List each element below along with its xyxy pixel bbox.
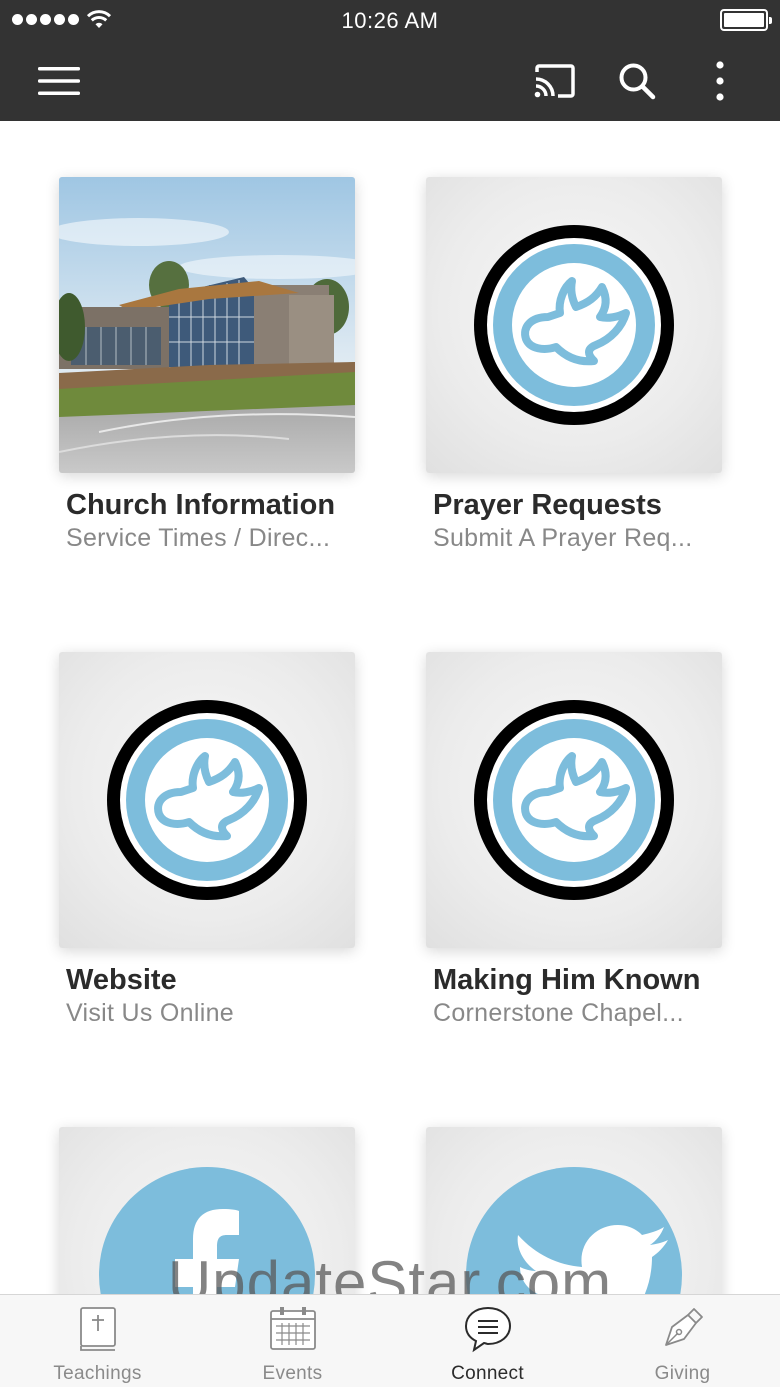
tile-subtitle: Visit Us Online — [66, 999, 234, 1027]
tile-twitter[interactable] — [426, 1127, 722, 1294]
tile-title: Church Information — [66, 489, 336, 521]
search-icon — [619, 63, 656, 99]
tab-events[interactable]: Events — [195, 1295, 390, 1387]
calendar-icon — [269, 1307, 316, 1350]
bottom-tab-bar: Teachings Events Connect Giving — [0, 1294, 780, 1387]
tab-label: Teachings — [53, 1363, 142, 1384]
tab-connect[interactable]: Connect — [390, 1295, 585, 1387]
tile-church-information[interactable]: Church Information Service Times / Direc… — [59, 177, 355, 553]
church-building-image — [59, 177, 355, 473]
cast-icon — [534, 63, 575, 98]
dove-logo-icon — [107, 700, 307, 900]
tab-teachings[interactable]: Teachings — [0, 1295, 195, 1387]
search-button[interactable] — [602, 40, 672, 121]
battery-icon — [720, 9, 772, 31]
status-bar: 10:26 AM — [0, 0, 780, 40]
connect-grid: Church Information Service Times / Direc… — [0, 121, 780, 1294]
status-time: 10:26 AM — [341, 8, 439, 33]
tab-label: Giving — [654, 1363, 711, 1384]
tab-giving[interactable]: Giving — [585, 1295, 780, 1387]
top-app-bar — [0, 40, 780, 121]
tile-facebook[interactable] — [59, 1127, 355, 1294]
tile-title: Website — [66, 964, 177, 996]
tile-title: Prayer Requests — [433, 489, 662, 521]
chat-bubble-icon — [464, 1306, 511, 1353]
more-vertical-icon — [716, 60, 724, 101]
dove-logo-image — [59, 652, 355, 948]
cast-button[interactable] — [520, 40, 590, 121]
dove-logo-image — [426, 652, 722, 948]
tile-subtitle: Submit A Prayer Req... — [433, 524, 693, 552]
tile-making-him-known[interactable]: Making Him Known Cornerstone Chapel... — [426, 652, 722, 1028]
dove-logo-icon — [474, 225, 674, 425]
tile-title: Making Him Known — [433, 964, 701, 996]
bible-icon — [79, 1307, 116, 1351]
menu-icon — [38, 66, 80, 95]
facebook-icon — [99, 1167, 315, 1294]
dove-logo-image — [426, 177, 722, 473]
more-options-button[interactable] — [690, 40, 750, 121]
pen-icon — [664, 1308, 703, 1346]
tile-subtitle: Cornerstone Chapel... — [433, 999, 684, 1027]
twitter-icon — [466, 1167, 682, 1294]
tile-website[interactable]: Website Visit Us Online — [59, 652, 355, 1028]
tile-subtitle: Service Times / Direc... — [66, 524, 331, 552]
tile-prayer-requests[interactable]: Prayer Requests Submit A Prayer Req... — [426, 177, 722, 553]
twitter-image — [426, 1127, 722, 1294]
dove-logo-icon — [474, 700, 674, 900]
facebook-image — [59, 1127, 355, 1294]
menu-button[interactable] — [24, 40, 94, 121]
tab-label: Events — [262, 1363, 323, 1384]
tab-label: Connect — [451, 1363, 524, 1384]
